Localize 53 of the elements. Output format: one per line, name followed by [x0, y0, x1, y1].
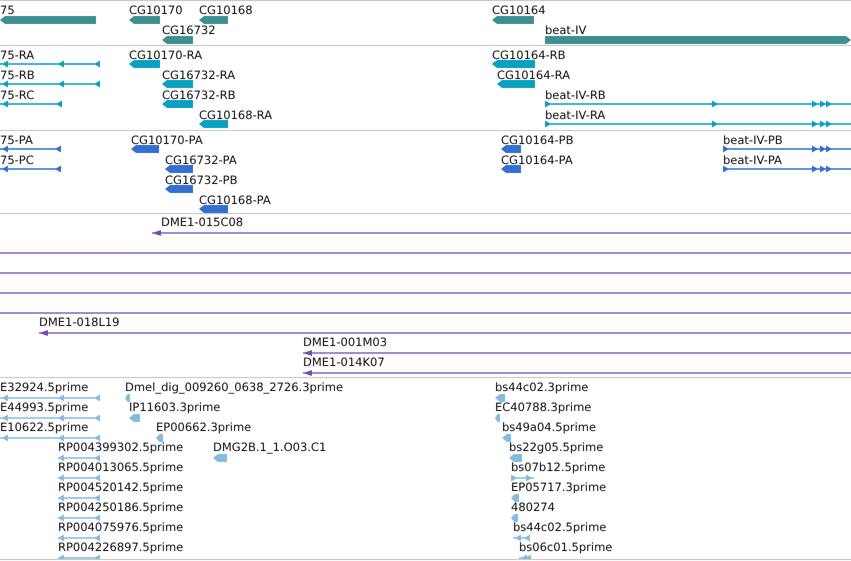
feature-label: bs44c02.3prime: [495, 380, 588, 394]
feature-label: beat-IV-PB: [723, 133, 783, 147]
feature-label: CG10170: [129, 3, 183, 17]
feature-label: CG10164-RB: [492, 48, 566, 62]
feature-label: DMG2B.1_1.O03.C1: [213, 440, 326, 454]
feature-label: bs07b12.5prime: [511, 460, 606, 474]
feature-label: 75-PA: [0, 133, 33, 147]
feature-label: beat-IV-RA: [545, 108, 606, 122]
feature-label: bs22g05.5prime: [509, 440, 604, 454]
feature-label: RP004013065.5prime: [58, 460, 184, 474]
feature-label: 480274: [511, 500, 555, 514]
feature-label: DME1-015C08: [161, 215, 244, 229]
feature-label: RP004075976.5prime: [58, 520, 184, 534]
feature-label: RP004226897.5prime: [58, 540, 184, 554]
feature-label: Dmel_dig_009260_0638_2726.3prime: [125, 380, 344, 394]
feature-label: DME1-018L19: [39, 315, 120, 329]
feature-label: E10622.5prime: [0, 420, 88, 434]
feature-label: CG16732-PB: [165, 173, 238, 187]
feature-label: EP05717.3prime: [511, 480, 606, 494]
feature-label: RP004520142.5prime: [58, 480, 184, 494]
feature-label: CG10164-PB: [501, 133, 574, 147]
feature-label: bs44c02.5prime: [513, 520, 606, 534]
feature-label: 75: [0, 3, 15, 17]
feature-label: 75-RA: [0, 48, 34, 62]
feature-label: CG16732-PA: [165, 153, 237, 167]
feature-label: EP00662.3prime: [156, 420, 252, 434]
feature-label: DME1-001M03: [303, 335, 388, 349]
feature-label: E44993.5prime: [0, 400, 88, 414]
feature-label: CG10168-RA: [199, 108, 272, 122]
feature-label: beat-IV: [545, 23, 586, 37]
feature-label: CG10170-RA: [129, 48, 202, 62]
feature-label: CG10168-PA: [199, 193, 271, 207]
feature-label: beat-IV-PA: [723, 153, 782, 167]
feature-label: 75-RB: [0, 68, 35, 82]
feature-label: 75-PC: [0, 153, 34, 167]
feature-label: CG16732-RB: [162, 88, 236, 102]
feature-label: 75-RC: [0, 88, 34, 102]
feature-label: EC40788.3prime: [495, 400, 592, 414]
feature-label: CG16732: [162, 23, 216, 37]
feature-label: RP004399302.5prime: [58, 440, 184, 454]
feature-label: bs06c01.5prime: [519, 540, 612, 554]
feature-label: IP11603.3prime: [129, 400, 220, 414]
feature-label: DME1-014K07: [303, 355, 385, 369]
feature-label: beat-IV-RB: [545, 88, 606, 102]
feature-label: RP004250186.5prime: [58, 500, 184, 514]
feature-label: CG10164-PA: [501, 153, 573, 167]
feature-label: CG16732-RA: [162, 68, 236, 82]
feature-label: CG10170-PA: [131, 133, 203, 147]
feature-label: E32924.5prime: [0, 380, 88, 394]
feature-label: CG10164-RA: [497, 68, 570, 82]
feature-label: bs49a04.5prime: [502, 420, 596, 434]
feature-label: CG10164: [492, 3, 546, 17]
feature-label: CG10168: [199, 3, 253, 17]
